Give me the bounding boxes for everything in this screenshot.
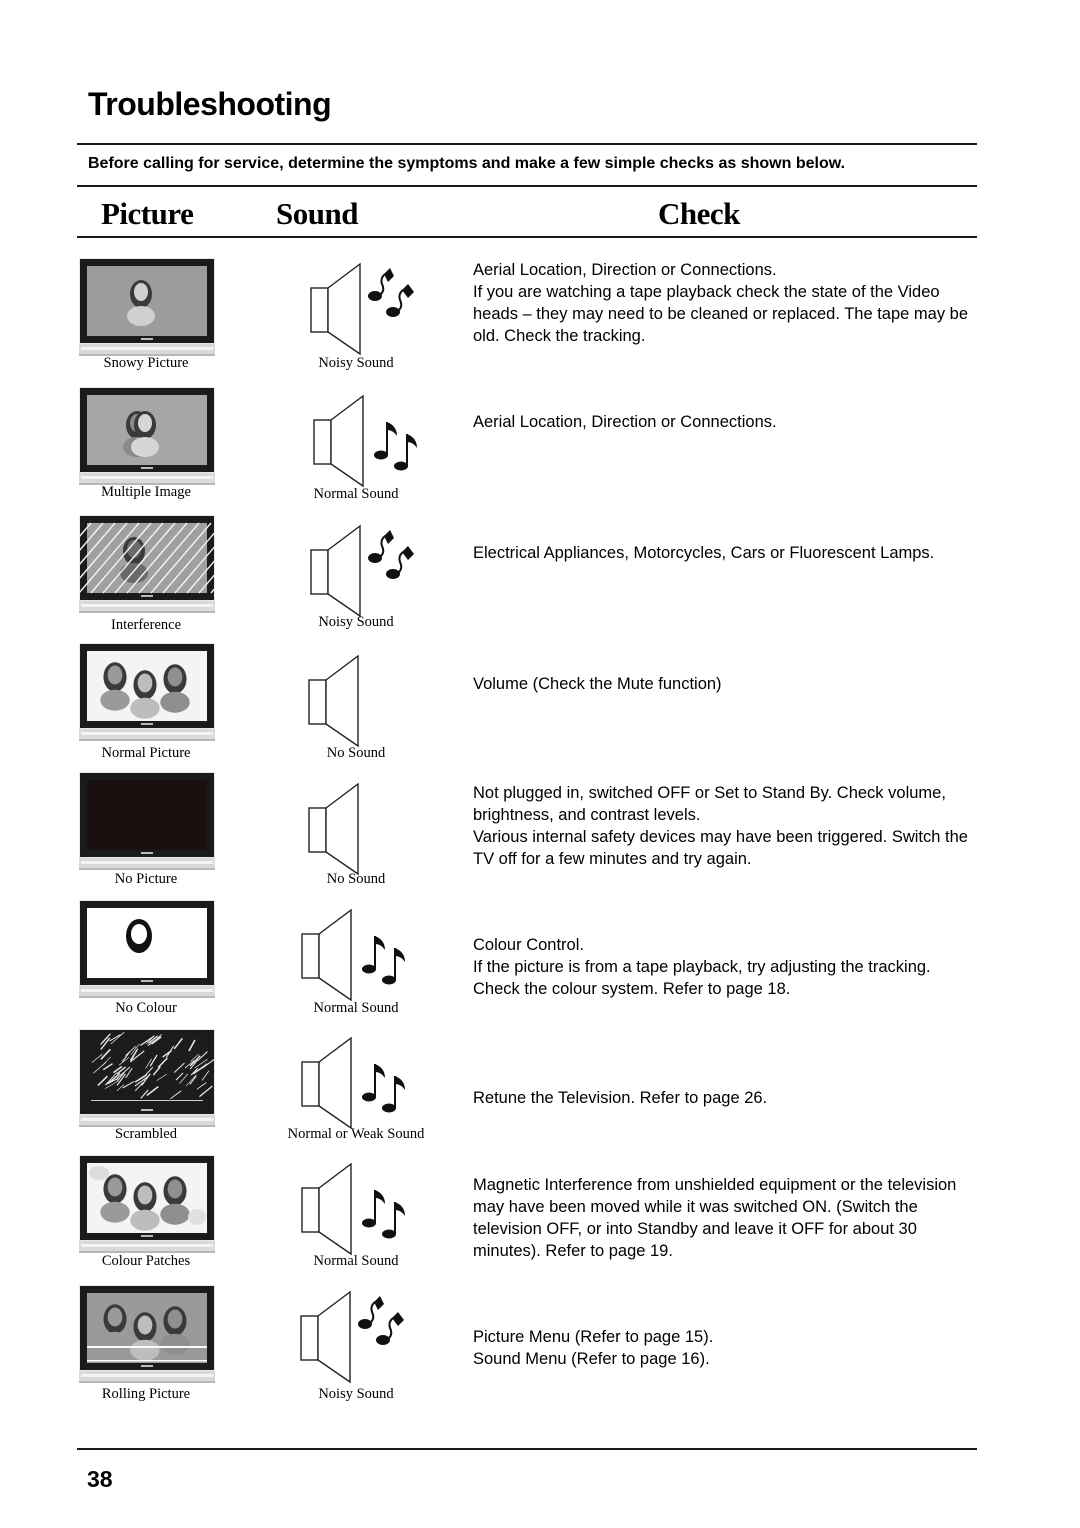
divider-header [77,236,977,238]
page-number: 38 [87,1466,113,1492]
sound-symptom-label: Normal Sound [313,486,399,502]
check-line: Picture Menu (Refer to page 15). [473,1328,714,1346]
check-line: Magnetic Interference from unshielded eq… [473,1176,957,1260]
picture-symptom-label: Colour Patches [101,1253,191,1269]
check-remedy: Not plugged in, switched OFF or Set to S… [473,782,973,870]
sound-symptom-label: No Sound [326,871,386,887]
tv-interference-icon [79,515,215,613]
divider-bottom [77,1448,977,1450]
sound-symptom-label: Normal Sound [313,1253,399,1269]
speaker-noisy-icon [298,1288,418,1391]
check-line: Not plugged in, switched OFF or Set to S… [473,784,946,824]
speaker-normal-icon [299,1034,419,1137]
tv-multiple-image-icon [79,387,215,485]
speaker-normal-icon [311,392,431,495]
column-header-sound: Sound [276,196,358,231]
speaker-silent-icon [306,652,426,755]
check-remedy: Picture Menu (Refer to page 15). Sound Me… [473,1326,973,1370]
check-line: Various internal safety devices may have… [473,828,968,868]
divider-intro [77,185,977,187]
speaker-noisy-icon [308,522,428,625]
picture-symptom-label: Rolling Picture [101,1386,191,1402]
divider-top [77,143,977,145]
tv-colour-patches-icon [79,1155,215,1253]
check-line: Electrical Appliances, Motorcycles, Cars… [473,544,935,562]
speaker-normal-icon [299,1160,419,1263]
check-line: If the picture is from a tape playback, … [473,958,931,976]
tv-rolling-picture-icon [79,1285,215,1383]
column-header-picture: Picture [101,196,194,231]
check-remedy: Retune the Television. Refer to page 26. [473,1087,973,1109]
tv-scrambled-icon [79,1029,215,1127]
check-remedy: Electrical Appliances, Motorcycles, Cars… [473,542,973,564]
sound-symptom-label: Noisy Sound [318,355,394,371]
picture-symptom-label: Interference [110,617,182,633]
speaker-noisy-icon [308,260,428,363]
tv-no-picture-icon [79,772,215,870]
tv-snowy-picture-icon [79,258,215,356]
check-line: Aerial Location, Direction or Connection… [473,413,777,431]
sound-symptom-label: No Sound [326,745,386,761]
sound-symptom-label: Normal or Weak Sound [287,1126,425,1142]
check-line: Retune the Television. Refer to page 26. [473,1089,768,1107]
check-remedy: Magnetic Interference from unshielded eq… [473,1174,973,1262]
check-remedy: Aerial Location, Direction or Connection… [473,259,973,347]
check-line: Volume (Check the Mute function) [473,675,722,693]
intro-text: Before calling for service, determine th… [88,155,846,172]
tv-no-colour-icon [79,900,215,998]
speaker-silent-icon [306,780,426,883]
sound-symptom-label: Normal Sound [313,1000,399,1016]
picture-symptom-label: No Picture [114,871,178,887]
tv-normal-picture-icon [79,643,215,741]
check-remedy: Aerial Location, Direction or Connection… [473,411,973,433]
sound-symptom-label: Noisy Sound [318,1386,394,1402]
speaker-normal-icon [299,906,419,1009]
picture-symptom-label: Snowy Picture [103,355,189,371]
picture-symptom-label: No Colour [115,1000,177,1016]
check-line: Sound Menu (Refer to page 16). [473,1350,710,1368]
check-remedy: Volume (Check the Mute function) [473,673,973,695]
picture-symptom-label: Scrambled [114,1126,177,1142]
check-remedy: Colour Control. If the picture is from a … [473,934,973,1000]
check-line: Aerial Location, Direction or Connection… [473,261,777,279]
picture-symptom-label: Normal Picture [101,745,191,761]
sound-symptom-label: Noisy Sound [318,614,394,630]
check-line: Colour Control. [473,936,584,954]
picture-symptom-label: Multiple Image [101,484,191,500]
column-header-check: Check [658,196,740,231]
check-line: Check the colour system. Refer to page 1… [473,980,791,998]
check-line: If you are watching a tape playback chec… [473,283,969,345]
page-title: Troubleshooting [88,86,332,122]
